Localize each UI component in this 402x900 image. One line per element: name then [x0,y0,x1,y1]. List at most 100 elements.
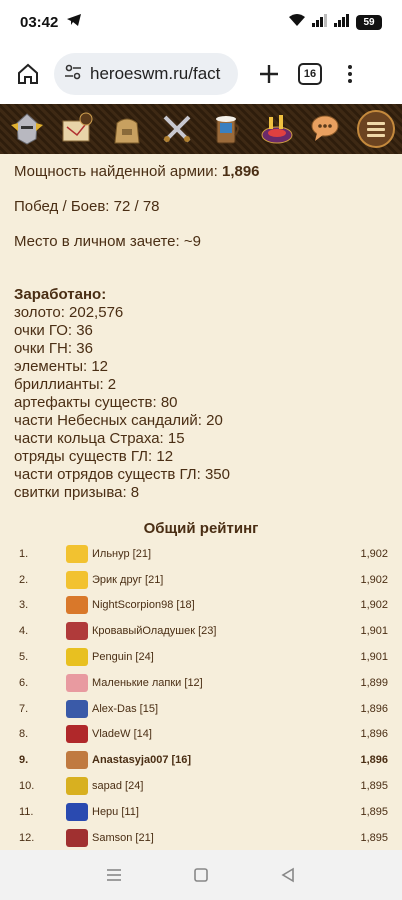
player-name-link[interactable]: Hepu [11] [92,806,348,818]
site-settings-icon[interactable] [64,63,82,86]
player-avatar[interactable] [66,648,88,667]
rating-rank: 6. [19,676,29,689]
player-avatar[interactable] [66,802,88,821]
menu-dot [348,79,352,83]
rating-row: 7. Alex-Das [15] 1,896 [14,696,388,722]
map-scroll-icon[interactable] [57,109,97,149]
player-score: 1,901 [360,651,388,664]
status-bar: 03:42 59 [0,0,402,44]
player-name-link[interactable]: sapad [24] [92,780,348,792]
rating-rank: 2. [19,573,29,586]
recent-apps-icon [106,869,121,881]
recent-apps-button[interactable] [102,863,126,887]
player-name-link[interactable]: Маленькие лапки [12] [92,677,348,689]
player-avatar[interactable] [66,596,88,615]
back-button[interactable] [276,863,300,887]
earned-item: свитки призыва: 8 [14,484,140,501]
signal-icon-2 [334,13,350,32]
player-avatar[interactable] [66,725,88,744]
player-name-link[interactable]: Samson [21] [92,832,348,844]
home-icon [18,63,38,84]
earned-item: части отрядов существ ГЛ: 350 [14,466,230,483]
signal-icon [312,13,328,32]
player-avatar[interactable] [66,699,88,718]
player-avatar[interactable] [66,751,88,770]
rating-rank: 5. [19,651,29,664]
player-avatar[interactable] [66,622,88,641]
menu-dot [348,65,352,69]
army-power-line: Мощность найденной армии: 1,896 [14,163,388,181]
player-score: 1,895 [360,780,388,793]
personal-rank: Место в личном зачете: ~9 [14,233,201,250]
roulette-icon[interactable] [257,109,297,149]
army-power-value: 1,896 [221,163,260,180]
earned-item: части кольца Страха: 15 [14,430,185,447]
rating-row: 5. Penguin [24] 1,901 [14,644,388,670]
menu-dot [348,72,352,76]
rating-row: 10. sapad [24] 1,895 [14,773,388,799]
rating-rank: 8. [19,728,29,741]
player-name-link[interactable]: Эрик друг [21] [92,574,348,586]
game-navigation [0,104,402,154]
earned-item: очки ГО: 36 [14,322,93,339]
home-nav-button[interactable] [189,863,213,887]
player-name-link[interactable]: VladeW [14] [92,728,348,740]
rating-row: 9. Anastasyja007 [16] 1,896 [14,747,388,773]
browser-toolbar: heroeswm.ru/fact 16 [0,44,402,104]
wifi-icon [288,13,306,32]
rating-rank: 7. [19,702,29,715]
rating-rank: 3. [19,599,29,612]
game-menu-button[interactable] [357,110,395,148]
player-score: 1,902 [360,599,388,612]
rating-row: 11. Hepu [11] 1,895 [14,799,388,825]
player-name-link[interactable]: Anastasyja007 [16] [92,754,348,766]
player-avatar[interactable] [66,777,88,796]
rating-rank: 11. [19,805,34,818]
player-score: 1,895 [360,805,388,818]
chat-icon[interactable] [307,109,347,149]
player-name-link[interactable]: КровавыйОладушек [23] [92,625,348,637]
player-avatar[interactable] [66,673,88,692]
bag-icon[interactable] [107,109,147,149]
plus-icon [260,65,278,83]
rating-row: 8. VladeW [14] 1,896 [14,722,388,748]
rating-row: 4. КровавыйОладушек [23] 1,901 [14,618,388,644]
rating-row: 1. Ильнур [21] 1,902 [14,541,388,567]
menu-line [367,133,385,137]
rating-row: 12. Samson [21] 1,895 [14,825,388,850]
rating-rank: 4. [19,625,29,638]
player-avatar[interactable] [66,828,88,847]
player-name-link[interactable]: Ильнур [21] [92,548,348,560]
rating-row: 2. Эрик друг [21] 1,902 [14,567,388,593]
player-name-link[interactable]: NightScorpion98 [18] [92,599,348,611]
telegram-icon [66,13,82,32]
player-score: 1,896 [360,728,388,741]
url-text: heroeswm.ru/fact [90,64,221,83]
address-bar[interactable]: heroeswm.ru/fact [54,53,238,95]
earned-item: артефакты существ: 80 [14,394,178,411]
player-avatar[interactable] [66,570,88,589]
rating-table: 1. Ильнур [21] 1,902 2. Эрик друг [21] 1,902 3… [14,541,388,850]
status-time: 03:42 [20,13,59,31]
earned-list: золото: 202,576 очки ГО: 36 очки ГН: 36 … [14,304,388,502]
browser-menu-button[interactable] [340,65,360,83]
player-avatar[interactable] [66,544,88,563]
knight-helmet-icon[interactable] [7,109,47,149]
rating-rank: 1. [19,547,29,560]
rating-title: Общий рейтинг [143,520,259,537]
player-name-link[interactable]: Penguin [24] [92,651,348,663]
square-home-icon [194,868,208,882]
rating-row: 3. NightScorpion98 [18] 1,902 [14,593,388,619]
earned-item: очки ГН: 36 [14,340,93,357]
wins-battles: Побед / Боев: 72 / 78 [14,198,160,215]
rating-rank: 12. [19,831,35,844]
earned-item: отряды существ ГЛ: 12 [14,448,174,465]
new-tab-button[interactable] [256,61,282,87]
player-score: 1,902 [360,573,388,586]
tab-switcher-button[interactable]: 16 [298,63,322,85]
tavern-icon[interactable] [207,109,247,149]
home-button[interactable] [14,60,42,88]
crossed-swords-icon[interactable] [157,109,197,149]
player-name-link[interactable]: Alex-Das [15] [92,703,348,715]
earned-item: элементы: 12 [14,358,109,375]
